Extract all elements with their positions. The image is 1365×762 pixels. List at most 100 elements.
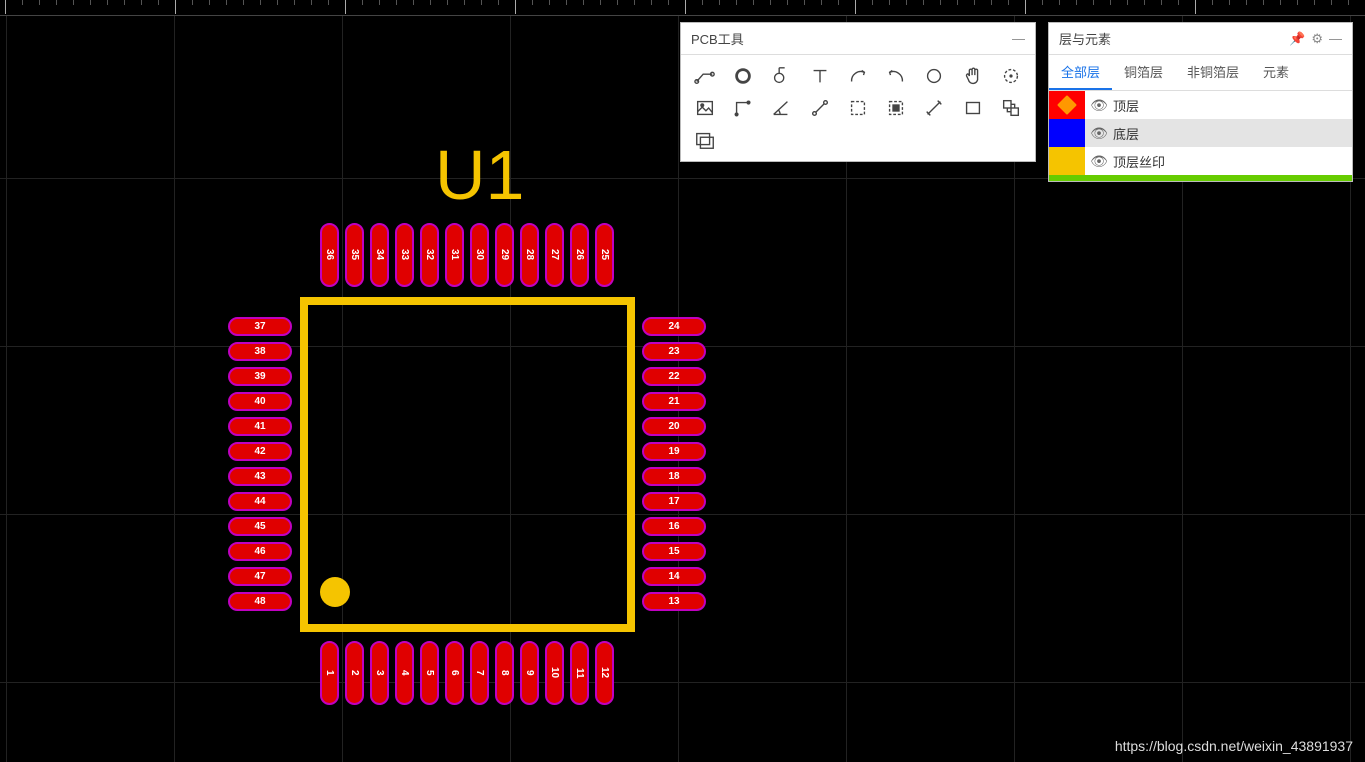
- pad-4[interactable]: 4: [395, 641, 414, 705]
- tool-connect[interactable]: [802, 93, 838, 123]
- pad-26[interactable]: 26: [570, 223, 589, 287]
- tool-angle[interactable]: [763, 93, 799, 123]
- pad-33[interactable]: 33: [395, 223, 414, 287]
- pad-22[interactable]: 22: [642, 367, 706, 386]
- designator-text[interactable]: U1: [435, 135, 524, 215]
- watermark-text: https://blog.csdn.net/weixin_43891937: [1115, 738, 1353, 754]
- pin-icon[interactable]: 📌: [1289, 32, 1305, 45]
- pad-28[interactable]: 28: [520, 223, 539, 287]
- tool-grid: [681, 55, 1035, 161]
- pad-29[interactable]: 29: [495, 223, 514, 287]
- layer-row-2[interactable]: 👁顶层丝印: [1049, 147, 1352, 175]
- pcb-tools-title: PCB工具: [691, 29, 1006, 48]
- pad-38[interactable]: 38: [228, 342, 292, 361]
- tool-circle[interactable]: [916, 61, 952, 91]
- visibility-icon[interactable]: 👁: [1085, 153, 1113, 170]
- pad-40[interactable]: 40: [228, 392, 292, 411]
- tool-copper-area[interactable]: [840, 93, 876, 123]
- layer-tab-0[interactable]: 全部层: [1049, 55, 1112, 90]
- visibility-icon[interactable]: 👁: [1085, 125, 1113, 142]
- pad-17[interactable]: 17: [642, 492, 706, 511]
- pad-34[interactable]: 34: [370, 223, 389, 287]
- tool-hole[interactable]: [993, 61, 1029, 91]
- pad-21[interactable]: 21: [642, 392, 706, 411]
- pad-18[interactable]: 18: [642, 467, 706, 486]
- tool-board-outline[interactable]: [687, 125, 723, 155]
- layer-name: 底层: [1113, 124, 1352, 143]
- tool-text[interactable]: [802, 61, 838, 91]
- tool-solid-region[interactable]: [878, 93, 914, 123]
- pad-10[interactable]: 10: [545, 641, 564, 705]
- pad-2[interactable]: 2: [345, 641, 364, 705]
- tool-hand[interactable]: [955, 61, 991, 91]
- visibility-icon[interactable]: 👁: [1085, 97, 1113, 114]
- pin1-marker[interactable]: [320, 577, 350, 607]
- pad-43[interactable]: 43: [228, 467, 292, 486]
- pcb-tools-panel: PCB工具 —: [680, 22, 1036, 162]
- pad-16[interactable]: 16: [642, 517, 706, 536]
- pad-1[interactable]: 1: [320, 641, 339, 705]
- gear-icon[interactable]: ⚙: [1311, 32, 1323, 45]
- layer-row-1[interactable]: 👁底层: [1049, 119, 1352, 147]
- tool-group[interactable]: [993, 93, 1029, 123]
- pad-39[interactable]: 39: [228, 367, 292, 386]
- layer-swatch[interactable]: [1049, 147, 1085, 175]
- tool-corner[interactable]: [725, 93, 761, 123]
- pad-24[interactable]: 24: [642, 317, 706, 336]
- pad-14[interactable]: 14: [642, 567, 706, 586]
- pad-23[interactable]: 23: [642, 342, 706, 361]
- chip-outline[interactable]: [300, 297, 635, 632]
- pad-15[interactable]: 15: [642, 542, 706, 561]
- pad-32[interactable]: 32: [420, 223, 439, 287]
- pad-48[interactable]: 48: [228, 592, 292, 611]
- pad-19[interactable]: 19: [642, 442, 706, 461]
- pad-42[interactable]: 42: [228, 442, 292, 461]
- tool-arc-ccw[interactable]: [878, 61, 914, 91]
- pad-13[interactable]: 13: [642, 592, 706, 611]
- layer-tabs: 全部层铜箔层非铜箔层元素: [1049, 55, 1352, 91]
- pad-25[interactable]: 25: [595, 223, 614, 287]
- tool-measure[interactable]: [916, 93, 952, 123]
- tool-pad[interactable]: [725, 61, 761, 91]
- layer-name: 顶层丝印: [1113, 152, 1352, 171]
- pad-37[interactable]: 37: [228, 317, 292, 336]
- pad-8[interactable]: 8: [495, 641, 514, 705]
- pad-20[interactable]: 20: [642, 417, 706, 436]
- pad-9[interactable]: 9: [520, 641, 539, 705]
- pad-31[interactable]: 31: [445, 223, 464, 287]
- tool-image[interactable]: [687, 93, 723, 123]
- minimize-icon[interactable]: —: [1329, 32, 1342, 45]
- pad-45[interactable]: 45: [228, 517, 292, 536]
- pcb-tools-header[interactable]: PCB工具 —: [681, 23, 1035, 55]
- pad-47[interactable]: 47: [228, 567, 292, 586]
- pad-36[interactable]: 36: [320, 223, 339, 287]
- tool-via[interactable]: [763, 61, 799, 91]
- pad-30[interactable]: 30: [470, 223, 489, 287]
- pad-44[interactable]: 44: [228, 492, 292, 511]
- layer-tab-2[interactable]: 非铜箔层: [1175, 55, 1251, 90]
- tool-rect[interactable]: [955, 93, 991, 123]
- pad-7[interactable]: 7: [470, 641, 489, 705]
- pad-46[interactable]: 46: [228, 542, 292, 561]
- pad-12[interactable]: 12: [595, 641, 614, 705]
- pad-27[interactable]: 27: [545, 223, 564, 287]
- pad-11[interactable]: 11: [570, 641, 589, 705]
- pad-41[interactable]: 41: [228, 417, 292, 436]
- ruler-horizontal: [0, 0, 1365, 16]
- tool-track[interactable]: [687, 61, 723, 91]
- layers-header[interactable]: 层与元素 📌 ⚙ —: [1049, 23, 1352, 55]
- pad-5[interactable]: 5: [420, 641, 439, 705]
- layers-title: 层与元素: [1059, 29, 1283, 48]
- tool-arc[interactable]: [840, 61, 876, 91]
- pad-35[interactable]: 35: [345, 223, 364, 287]
- minimize-icon[interactable]: —: [1012, 32, 1025, 45]
- layers-panel: 层与元素 📌 ⚙ — 全部层铜箔层非铜箔层元素 👁顶层👁底层👁顶层丝印: [1048, 22, 1353, 182]
- layer-tab-1[interactable]: 铜箔层: [1112, 55, 1175, 90]
- layer-strip-green: [1049, 175, 1352, 181]
- layer-swatch[interactable]: [1049, 91, 1085, 119]
- layer-swatch[interactable]: [1049, 119, 1085, 147]
- layer-tab-3[interactable]: 元素: [1251, 55, 1301, 90]
- pad-6[interactable]: 6: [445, 641, 464, 705]
- pad-3[interactable]: 3: [370, 641, 389, 705]
- layer-row-0[interactable]: 👁顶层: [1049, 91, 1352, 119]
